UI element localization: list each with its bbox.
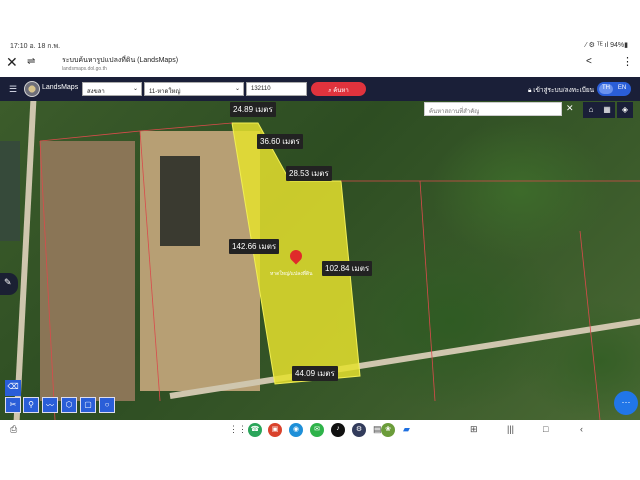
app-icon-browser[interactable]: ◉: [289, 423, 303, 437]
table-icon[interactable]: ▦: [599, 102, 615, 118]
rectangle-icon[interactable]: ▢: [80, 397, 96, 413]
app-icon-line[interactable]: ✉: [310, 423, 324, 437]
more-icon[interactable]: ⋮: [622, 55, 633, 68]
app-icon-settings[interactable]: ⚙: [352, 423, 366, 437]
app-header: ☰ LandsMaps สงขลา ⌄ 11-หาดใหญ่ ⌄ 132110 …: [0, 77, 640, 101]
bottom-blank: [0, 440, 640, 480]
dimension-label: 28.53 เมตร: [286, 166, 332, 181]
home-button-icon[interactable]: □: [543, 424, 548, 434]
page-title: ระบบค้นหารูปแปลงที่ดิน (LandsMaps): [62, 57, 179, 64]
layers-icon[interactable]: ◈: [617, 102, 633, 118]
search-button[interactable]: ⌕ ค้นหา: [311, 82, 366, 96]
language-toggle[interactable]: TH EN: [597, 82, 631, 96]
back-icon[interactable]: ‹: [580, 424, 583, 434]
place-search-placeholder: ค้นหาสถานที่สำคัญ: [429, 109, 480, 115]
apps-grid-icon[interactable]: ⋮⋮: [229, 424, 247, 435]
map-canvas[interactable]: 24.89 เมตร 36.60 เมตร 28.53 เมตร 142.66 …: [0, 101, 640, 420]
province-select[interactable]: สงขลา ⌄: [82, 82, 142, 96]
dimension-label: 102.84 เมตร: [322, 261, 373, 276]
app-name: LandsMaps: [42, 84, 79, 91]
app-icon-tiktok[interactable]: ♪: [331, 423, 345, 437]
search-button-label: ค้นหา: [333, 88, 349, 94]
login-label: เข้าสู่ระบบ/ลงทะเบียน: [533, 87, 595, 94]
parcel-label: หาดใหญ่/แปลงที่ดิน: [270, 271, 313, 277]
page-settings-icon[interactable]: ⇌: [27, 56, 35, 67]
android-taskbar: ⎙ ⋮⋮ ☎ ▣ ◉ ✉ ♪ ⚙ ▤ ❀ ▰ ⊞ ||| □ ‹: [0, 420, 640, 440]
marker-icon[interactable]: ⚲: [23, 397, 39, 413]
close-icon[interactable]: ✕: [6, 54, 18, 71]
share-icon[interactable]: <: [586, 56, 592, 67]
parcel-number-input[interactable]: 132110: [246, 82, 307, 96]
place-search-input[interactable]: ค้นหาสถานที่สำคัญ: [424, 102, 562, 116]
chevron-down-icon: ⌄: [132, 86, 138, 92]
clear-icon[interactable]: ✕: [566, 103, 574, 114]
login-link[interactable]: 🔒︎ เข้าสู่ระบบ/ลงทะเบียน: [528, 85, 594, 95]
screenshot-icon[interactable]: ⎙: [10, 424, 17, 435]
split-screen-icon[interactable]: ⊞: [470, 424, 478, 435]
chat-icon[interactable]: ⋯: [614, 391, 638, 415]
dimension-label: 24.89 เมตร: [230, 102, 276, 117]
app-icon-red[interactable]: ▣: [268, 423, 282, 437]
chevron-down-icon: ⌄: [234, 86, 240, 92]
status-indicators: ⁄ ⚙ ᵀᴱ ıl 94%▮: [585, 42, 629, 49]
boundary-line: [139, 130, 161, 402]
menu-icon[interactable]: ☰: [9, 84, 17, 95]
app-icon-gallery[interactable]: ❀: [381, 423, 395, 437]
district-value: 11-หาดใหญ่: [149, 89, 181, 95]
message-icon[interactable]: ▰: [403, 424, 410, 435]
lang-en[interactable]: EN: [615, 84, 629, 94]
polygon-icon[interactable]: ⬡: [61, 397, 77, 413]
dimension-label: 44.09 เมตร: [292, 366, 338, 381]
polyline-icon[interactable]: 〰: [42, 397, 58, 413]
boundary-line: [39, 140, 56, 420]
dol-logo: [24, 81, 40, 97]
home-icon[interactable]: ⌂: [583, 102, 599, 118]
boundary-line: [579, 230, 601, 420]
boundary-line: [39, 122, 233, 142]
draw-pencil-icon[interactable]: ✎: [0, 273, 18, 295]
eraser-icon[interactable]: ⌫: [5, 380, 21, 396]
parcel-number-value: 132110: [251, 86, 271, 92]
district-select[interactable]: 11-หาดใหญ่ ⌄: [144, 82, 244, 96]
recents-icon[interactable]: |||: [507, 424, 514, 434]
tools-icon[interactable]: ✂: [5, 397, 21, 413]
circle-icon[interactable]: ○: [99, 397, 115, 413]
status-bar: 17:10 อ. 18 ก.พ. ⁄ ⚙ ᵀᴱ ıl 94%▮: [0, 0, 640, 50]
lang-th[interactable]: TH: [599, 84, 613, 94]
browser-bar: ✕ ⇌ ระบบค้นหารูปแปลงที่ดิน (LandsMaps) l…: [0, 50, 640, 77]
province-value: สงขลา: [87, 89, 105, 95]
dimension-label: 36.60 เมตร: [257, 134, 303, 149]
page-url[interactable]: landsmaps.dol.go.th: [62, 66, 107, 72]
dimension-label: 142.66 เมตร: [229, 239, 280, 254]
app-icon-phone[interactable]: ☎: [248, 423, 262, 437]
boundary-line: [419, 180, 436, 402]
